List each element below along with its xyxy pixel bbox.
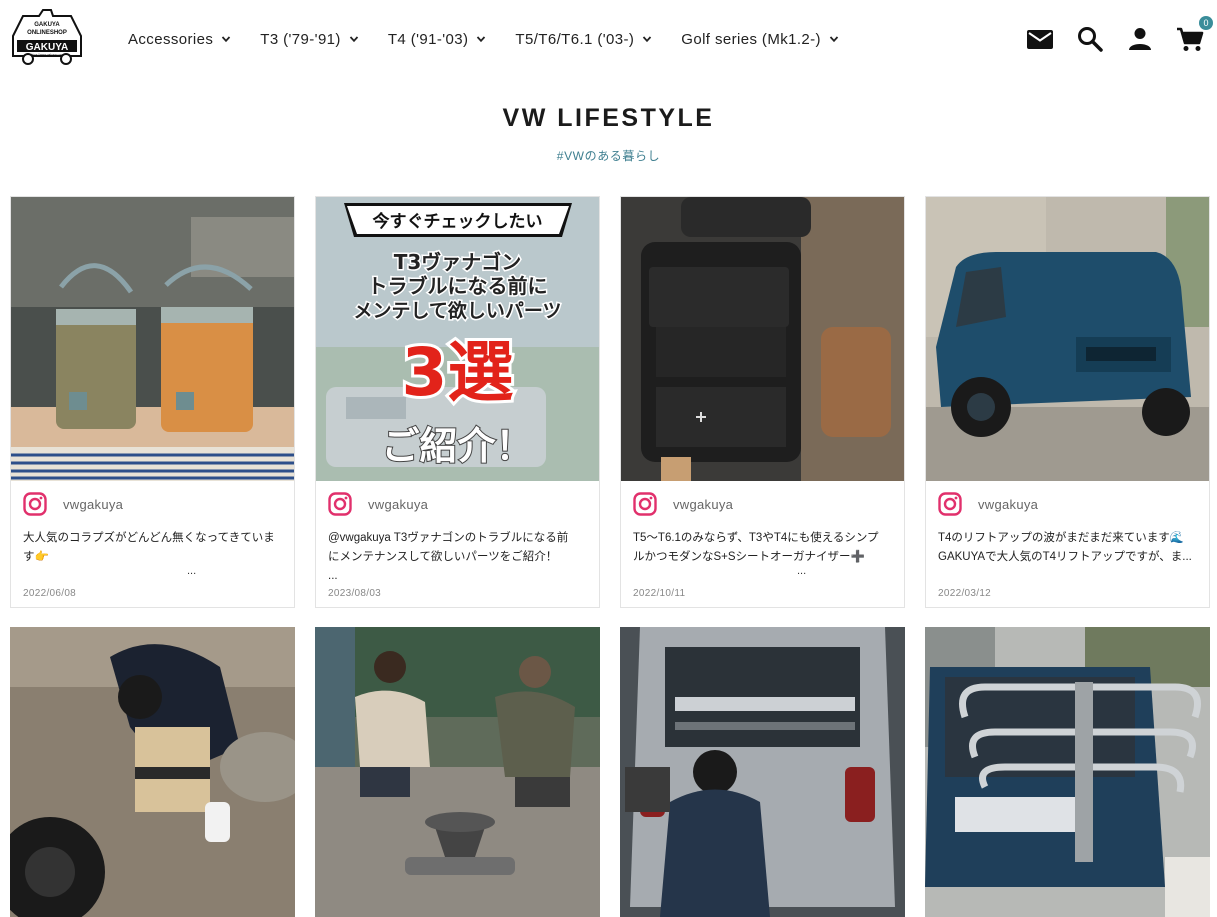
chevron-down-icon xyxy=(643,36,652,43)
instagram-icon xyxy=(633,492,657,516)
instagram-post-card[interactable]: vwgakuya T4のリフトアップの波がまだまだ来ています🌊 GAKUYAで大… xyxy=(925,196,1210,608)
instagram-icon xyxy=(938,492,962,516)
chevron-down-icon xyxy=(477,36,486,43)
search-icon[interactable] xyxy=(1075,24,1105,54)
post-handle: vwgakuya xyxy=(368,496,429,512)
post-caption: @vwgakuya T3ヴァナゴンのトラブルになる前 にメンテナンスして欲しいパ… xyxy=(328,532,569,582)
cart-icon[interactable]: 0 xyxy=(1175,16,1213,54)
nav-golf[interactable]: Golf series (Mk1.2-) xyxy=(681,29,839,49)
nav-label: Accessories xyxy=(128,30,214,48)
nav-label: T4 ('91-'03) xyxy=(387,30,469,48)
post-date: 2022/06/08 xyxy=(23,588,77,599)
mail-icon[interactable] xyxy=(1025,24,1055,54)
nav-t4[interactable]: T4 ('91-'03) xyxy=(388,29,487,49)
gakuya-logo[interactable]: GAKUYA ONLINESHOP GAKUYA https://www.gak… xyxy=(9,6,85,68)
nav-label: T3 ('79-'91) xyxy=(260,30,341,48)
instagram-post-card[interactable]: 今すぐチェックしたい T3ヴァナゴン トラブルになる前に メンテして欲しいパーツ… xyxy=(315,196,600,608)
logo-line1: GAKUYA xyxy=(34,22,60,28)
promo-line5: ご紹介！ xyxy=(381,424,533,468)
post-image-campfire-men xyxy=(315,627,600,917)
post-meta: vwgakuya xyxy=(938,491,1038,517)
nav-label: Golf series (Mk1.2-) xyxy=(681,30,821,48)
post-caption: 大人気のコラプズがどんどん無くなってきていま す👉 xyxy=(23,532,275,563)
chevron-down-icon xyxy=(222,36,231,43)
promo-line2: トラブルになる前に xyxy=(368,274,548,298)
post-more: ... xyxy=(797,565,807,577)
post-image-blue-t4-van xyxy=(926,197,1209,481)
nav-t5-t6[interactable]: T5/T6/T6.1 ('03-) xyxy=(515,29,652,49)
account-icon[interactable] xyxy=(1125,24,1155,54)
instagram-post-card[interactable]: vwgakuya T5〜T6.1のみならず、T3やT4にも使えるシンプ ルかつモ… xyxy=(620,196,905,608)
post-handle: vwgakuya xyxy=(673,496,734,512)
instagram-post-card[interactable]: vwgakuya 大人気のコラプズがどんどん無くなってきていま す👉 ... 2… xyxy=(10,196,295,608)
post-image-blue-van-rack xyxy=(925,627,1210,917)
post-date: 2022/10/11 xyxy=(633,588,686,599)
section-subtitle: #VWのある暮らし xyxy=(556,149,661,163)
logo-url: https://www.gakuya.com xyxy=(31,53,64,57)
logo-line2: ONLINESHOP xyxy=(27,30,67,36)
instagram-post-card[interactable] xyxy=(315,627,600,917)
post-image-seat-organizer xyxy=(621,197,904,481)
nav-accessories[interactable]: Accessories xyxy=(128,29,231,49)
post-caption: T4のリフトアップの波がまだまだ来ています🌊 GAKUYAで大人気のT4リフトア… xyxy=(938,532,1192,563)
site-header: GAKUYA ONLINESHOP GAKUYA https://www.gak… xyxy=(0,0,1217,78)
chevron-down-icon xyxy=(829,36,839,43)
post-meta: vwgakuya xyxy=(633,491,733,517)
instagram-post-card[interactable] xyxy=(10,627,295,917)
promo-line4: 3選 xyxy=(402,334,514,411)
post-image-man-with-stool xyxy=(10,627,295,917)
post-image-collapsible-buckets xyxy=(11,197,294,481)
post-image-promo-graphic: 今すぐチェックしたい T3ヴァナゴン トラブルになる前に メンテして欲しいパーツ… xyxy=(316,197,599,481)
post-date: 2022/03/12 xyxy=(938,588,992,599)
section-title: VW LIFESTYLE xyxy=(502,104,715,132)
nav-t3[interactable]: T3 ('79-'91) xyxy=(260,29,359,49)
promo-tag: 今すぐチェックしたい xyxy=(373,211,543,232)
post-more: ... xyxy=(187,565,197,577)
chevron-down-icon xyxy=(349,36,358,43)
header-icons: 0 xyxy=(1025,16,1213,54)
nav-label: T5/T6/T6.1 ('03-) xyxy=(515,30,635,48)
instagram-post-card[interactable] xyxy=(620,627,905,917)
post-date: 2023/08/03 xyxy=(328,588,382,599)
promo-line3: メンテして欲しいパーツ xyxy=(353,299,561,322)
instagram-icon xyxy=(328,492,352,516)
cart-count-badge: 0 xyxy=(1199,16,1213,30)
logo-brand: GAKUYA xyxy=(26,42,68,53)
main-nav: Accessories T3 ('79-'91) T4 ('91-'03) T5… xyxy=(128,29,868,49)
post-image-van-rear-bike-rack xyxy=(620,627,905,917)
post-caption: T5〜T6.1のみならず、T3やT4にも使えるシンプ ルかつモダンなS+Sシート… xyxy=(633,532,879,563)
post-meta: vwgakuya xyxy=(328,491,428,517)
post-handle: vwgakuya xyxy=(63,496,124,512)
instagram-post-card[interactable] xyxy=(925,627,1210,917)
promo-line1: T3ヴァナゴン xyxy=(394,250,522,274)
post-meta: vwgakuya xyxy=(23,491,123,517)
post-handle: vwgakuya xyxy=(978,496,1039,512)
instagram-icon xyxy=(23,492,47,516)
